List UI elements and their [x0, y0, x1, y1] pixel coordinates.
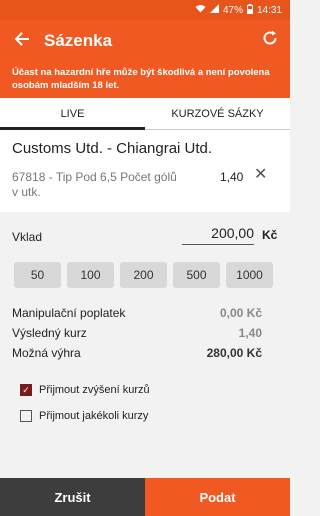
refresh-icon[interactable] [250, 29, 290, 53]
action-bar: Zrušit Podat [0, 478, 290, 516]
bet-odds: 1,40 [220, 170, 244, 184]
fee-label: Manipulační poplatek [12, 306, 126, 320]
wifi-icon [195, 4, 206, 16]
stake-input[interactable] [182, 222, 254, 245]
gambling-warning: Účast na hazardní hře může být škodlivá … [0, 62, 290, 98]
battery-level: 47% [222, 4, 243, 16]
total-odds-label: Výsledný kurz [12, 326, 87, 340]
possible-win-row: Možná výhra 280,00 Kč [12, 346, 262, 360]
accept-increase-label: Přijmout zvýšení kurzů [39, 384, 150, 396]
event-name: Customs Utd. - Chiangrai Utd. [12, 140, 213, 157]
submit-button[interactable]: Podat [145, 478, 290, 516]
tab-bar: LIVE KURZOVÉ SÁZKY [0, 98, 290, 130]
checkbox-checked-icon: ✓ [20, 384, 32, 396]
stake-currency: Kč [262, 228, 278, 242]
quick-amounts: 50 100 200 500 1000 [14, 262, 273, 288]
quick-amount-button[interactable]: 200 [120, 262, 167, 288]
accept-any-checkbox[interactable]: Přijmout jakékoli kurzy [20, 410, 148, 422]
close-icon[interactable]: ✕ [254, 164, 267, 184]
stake-panel: Vklad Kč 50 100 200 500 1000 Manipulační… [0, 212, 290, 470]
clock: 14:31 [256, 4, 282, 16]
accept-increase-checkbox[interactable]: ✓ Přijmout zvýšení kurzů [20, 384, 150, 396]
back-arrow-icon[interactable] [0, 30, 44, 53]
possible-win-value: 280,00 Kč [206, 346, 262, 360]
cancel-button[interactable]: Zrušit [0, 478, 145, 516]
fee-row: Manipulační poplatek 0,00 Kč [12, 306, 262, 320]
accept-any-label: Přijmout jakékoli kurzy [39, 410, 149, 422]
quick-amount-button[interactable]: 1000 [226, 262, 273, 288]
status-bar: 47% 14:31 [0, 0, 290, 20]
quick-amount-button[interactable]: 100 [67, 262, 114, 288]
quick-amount-button[interactable]: 50 [14, 262, 61, 288]
tab-odds-bets[interactable]: KURZOVÉ SÁZKY [145, 98, 290, 130]
fee-value: 0,00 Kč [219, 306, 262, 320]
battery-icon [246, 3, 253, 17]
total-odds-row: Výsledný kurz 1,40 [12, 326, 262, 340]
quick-amount-button[interactable]: 500 [173, 262, 220, 288]
page-title: Sázenka [44, 31, 113, 50]
bet-description: 67818 - Tip Pod 6,5 Počet gólů v utk. [12, 170, 177, 199]
possible-win-label: Možná výhra [12, 346, 81, 360]
total-odds-value: 1,40 [238, 326, 262, 340]
bet-slip-item: Customs Utd. - Chiangrai Utd. 67818 - Ti… [0, 130, 290, 213]
checkbox-unchecked-icon [20, 410, 32, 422]
tab-live[interactable]: LIVE [0, 98, 145, 130]
app-bar: Sázenka [0, 20, 290, 62]
stake-label: Vklad [12, 230, 43, 244]
signal-icon [209, 4, 219, 16]
